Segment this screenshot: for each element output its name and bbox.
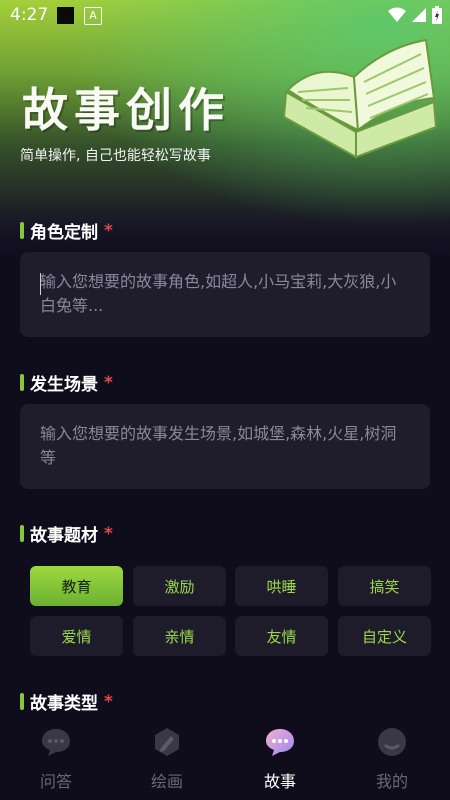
notification-icon [57,7,74,24]
tab-label: 绘画 [150,772,183,791]
wifi-icon [388,7,406,22]
bottom-tab-bar: 问答 绘画 故事 我的 [0,718,450,800]
pencil-icon [155,728,179,756]
theme-section-label: 故事题材 * [20,521,113,546]
required-star: * [104,372,113,393]
story-chat-icon [266,729,294,756]
required-star: * [104,220,113,241]
tab-mine[interactable]: 我的 [357,726,427,792]
status-time: 4:27 [10,5,49,25]
scene-placeholder: 输入您想要的故事发生场景,如城堡,森林,火星,树洞等 [40,424,397,467]
theme-chip[interactable]: 亲情 [133,616,226,656]
required-star: * [104,691,113,712]
tab-label: 问答 [39,772,72,791]
type-label: 故事类型 [30,694,98,714]
scene-section-label: 发生场景 * [20,370,113,395]
role-placeholder: 输入您想要的故事角色,如超人,小马宝莉,大灰狼,小白兔等... [40,272,397,315]
theme-chip[interactable]: 激励 [133,566,226,606]
tab-story[interactable]: 故事 [245,726,315,792]
role-input[interactable]: 输入您想要的故事角色,如超人,小马宝莉,大灰狼,小白兔等... [20,252,430,337]
open-book-icon [282,38,438,159]
tab-qa[interactable]: 问答 [21,726,91,792]
theme-label: 故事题材 [30,526,98,546]
theme-chip[interactable]: 教育 [30,566,123,606]
status-bar: 4:27 A [0,0,450,30]
theme-chip[interactable]: 友情 [235,616,328,656]
section-marker [20,222,24,239]
page-subtitle: 简单操作, 自己也能轻松写故事 [20,148,211,164]
required-star: * [104,523,113,544]
page-title: 故事创作 [22,83,230,137]
type-section-label: 故事类型 * [20,689,113,714]
battery-icon [432,6,442,24]
section-marker [20,374,24,391]
signal-icon [412,8,426,22]
tab-label: 我的 [375,772,408,791]
tab-draw[interactable]: 绘画 [132,726,202,792]
tab-label: 故事 [263,772,296,791]
theme-chip[interactable]: 哄睡 [235,566,328,606]
scene-input[interactable]: 输入您想要的故事发生场景,如城堡,森林,火星,树洞等 [20,404,430,489]
role-section-label: 角色定制 * [20,218,113,243]
section-marker [20,693,24,710]
profile-icon [378,728,406,756]
scene-label: 发生场景 [30,375,98,395]
text-cursor [40,273,41,295]
chat-bubble-icon [42,729,70,756]
status-icons [388,6,442,24]
role-label: 角色定制 [30,223,98,243]
theme-chip[interactable]: 自定义 [338,616,431,656]
theme-chip[interactable]: 搞笑 [338,566,431,606]
section-marker [20,525,24,542]
theme-chip[interactable]: 爱情 [30,616,123,656]
notification-a-icon: A [84,7,102,25]
